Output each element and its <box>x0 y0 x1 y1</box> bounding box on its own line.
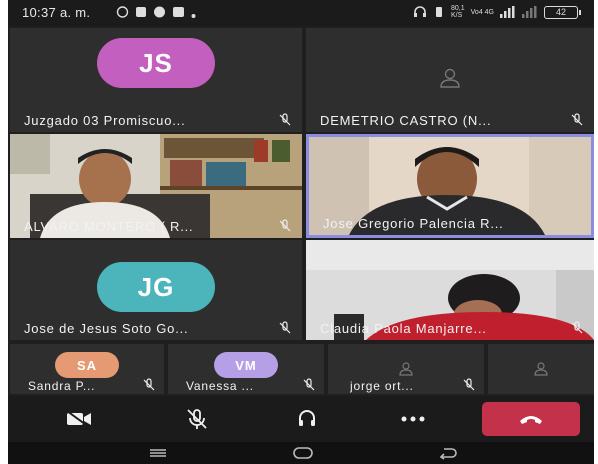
status-time: 10:37 a. m. <box>22 5 91 20</box>
mic-toggle-button[interactable] <box>172 402 222 436</box>
speaker-icon <box>299 410 315 426</box>
android-nav-bar <box>8 442 594 464</box>
participant-name: ALVARO MONTERO ( R... <box>24 219 194 234</box>
end-call-icon <box>520 416 542 424</box>
dot-icon <box>191 14 196 18</box>
participant-name: jorge ort... <box>350 379 414 393</box>
avatar: VM <box>214 352 278 378</box>
mic-off-icon <box>571 321 583 334</box>
participant-tile-sandra[interactable]: SA Sandra P... <box>10 344 164 394</box>
teams-meeting-screen: 10:37 a. m. 80,1 K/S Vo4 4G 42 JS Juzgad… <box>8 0 594 464</box>
more-options-button[interactable] <box>388 402 438 436</box>
participant-name: Jose Gregorio Palencia R... <box>323 216 504 231</box>
participant-name: Claudia Paola Manjarre... <box>320 321 487 336</box>
carrier: Vo4 4G <box>470 8 494 16</box>
mic-off-icon <box>143 378 155 391</box>
participant-name: DEMETRIO CASTRO (N... <box>320 113 492 128</box>
avatar: SA <box>55 352 119 378</box>
mic-off-icon <box>279 113 291 126</box>
participant-tile-jose-gregorio[interactable]: Jose Gregorio Palencia R... <box>306 134 594 238</box>
network-speed: 80,1 K/S <box>451 5 465 19</box>
avatar: JG <box>97 262 215 312</box>
participant-tile-alvaro[interactable]: ALVARO MONTERO ( R... <box>10 134 302 238</box>
mic-off-icon <box>571 113 583 126</box>
participant-tile-jose-de-jesus[interactable]: JG Jose de Jesus Soto Go... <box>10 240 302 340</box>
mic-off-icon <box>279 321 291 334</box>
status-icons: 80,1 K/S Vo4 4G 42 <box>413 5 581 19</box>
participant-name: Jose de Jesus Soto Go... <box>24 321 189 336</box>
signal-2-icon <box>522 6 537 18</box>
participant-name: Vanessa ... <box>186 379 254 393</box>
participant-tile-demetrio[interactable]: DEMETRIO CASTRO (N... <box>306 28 594 132</box>
more-icon <box>401 416 425 422</box>
battery-indicator: 42 <box>544 5 581 19</box>
participant-name: Sandra P... <box>28 379 96 393</box>
signal-icon <box>500 6 515 18</box>
teams-icon <box>173 7 184 17</box>
participant-tile-claudia[interactable]: Claudia Paola Manjarre... <box>306 240 594 340</box>
person-icon <box>534 362 548 376</box>
call-toolbar <box>8 396 594 442</box>
participant-tile-jorge[interactable]: jorge ort... <box>328 344 484 394</box>
mic-off-icon <box>279 219 291 232</box>
headset-icon <box>414 6 427 17</box>
participant-tile-juzgado[interactable]: JS Juzgado 03 Promiscuo... <box>10 28 302 132</box>
participant-tile-vanessa[interactable]: VM Vanessa ... <box>168 344 324 394</box>
end-call-button[interactable] <box>482 402 580 436</box>
speaker-button[interactable] <box>282 402 332 436</box>
mic-off-icon <box>187 409 207 429</box>
status-bar: 10:37 a. m. 80,1 K/S Vo4 4G 42 <box>8 0 594 26</box>
whatsapp-icon <box>116 6 129 18</box>
home-icon[interactable] <box>292 446 314 460</box>
vibrate-icon <box>436 7 443 17</box>
participant-tile-unknown[interactable] <box>488 344 594 394</box>
person-icon <box>440 68 460 88</box>
mic-off-icon <box>303 378 315 391</box>
camera-off-icon <box>66 410 91 428</box>
participant-name: Juzgado 03 Promiscuo... <box>24 113 186 128</box>
mic-off-icon <box>463 378 475 391</box>
camera-toggle-button[interactable] <box>54 402 104 436</box>
messenger-icon <box>154 6 165 18</box>
avatar: JS <box>97 38 215 88</box>
notification-icon <box>136 7 146 17</box>
back-icon[interactable] <box>438 446 458 460</box>
recent-apps-icon[interactable] <box>148 448 168 458</box>
person-icon <box>399 362 413 376</box>
